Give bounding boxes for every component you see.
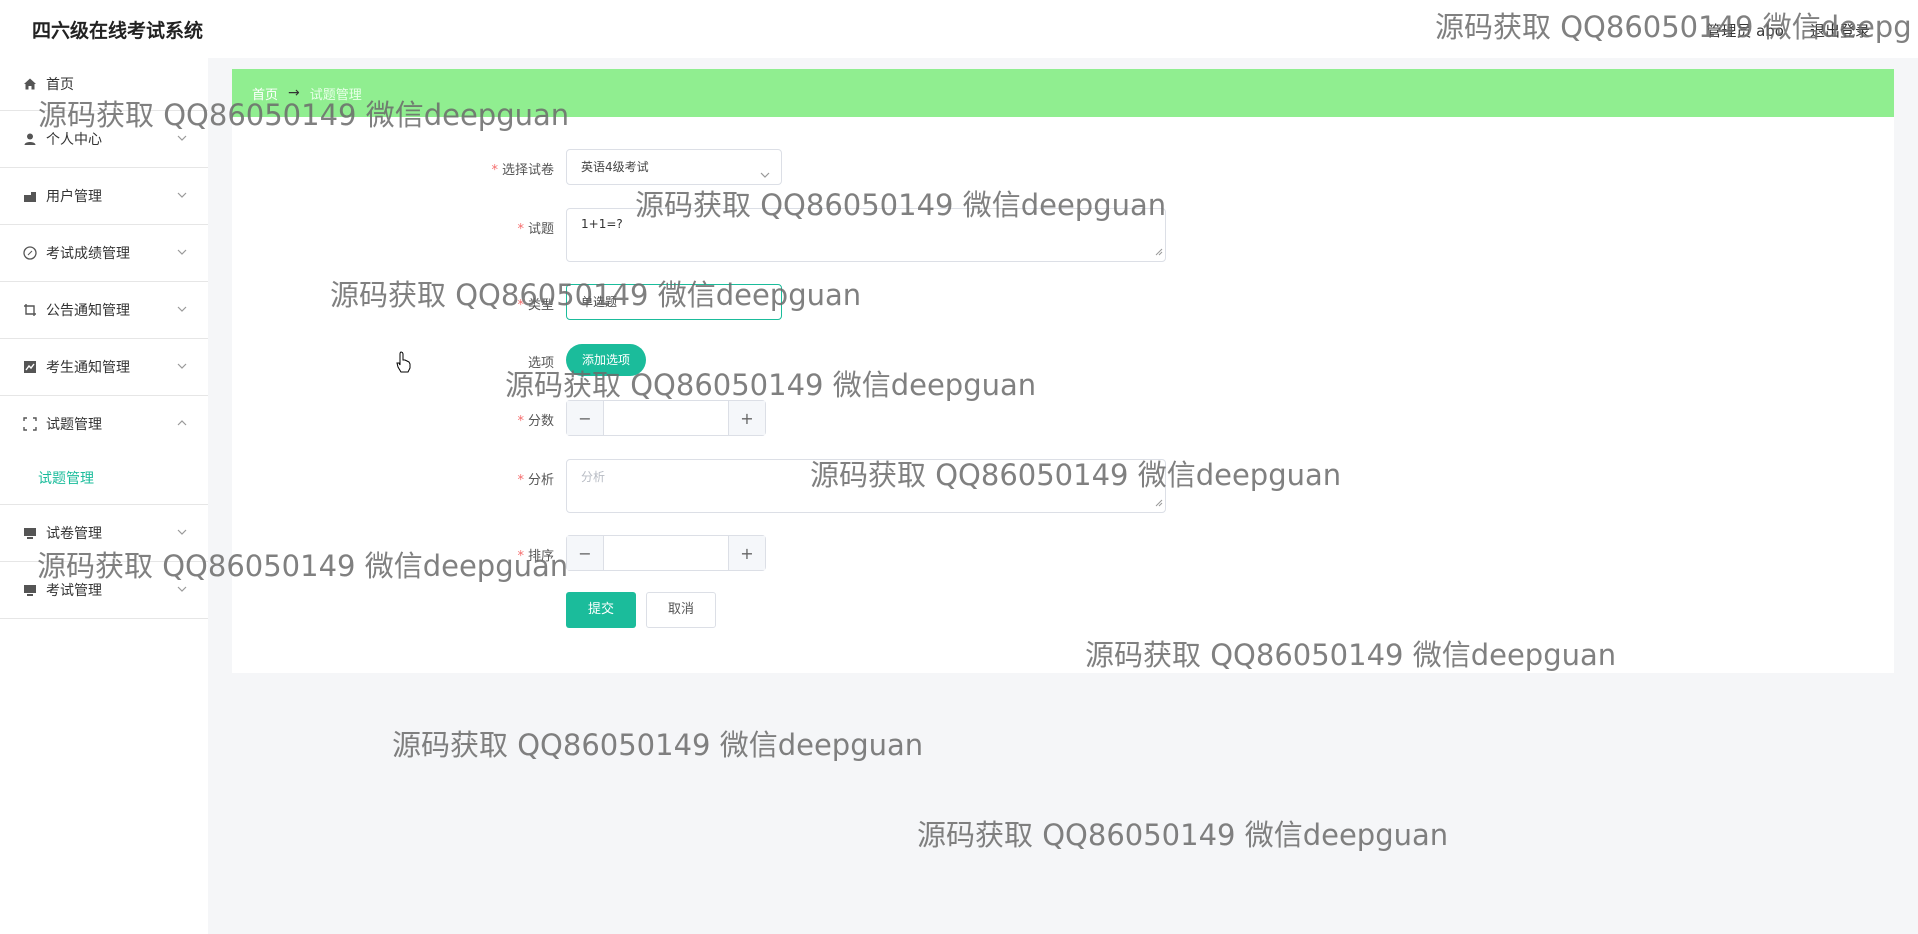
analysis-label-text: 分析 — [527, 473, 554, 488]
form-row-type: * 类型 单选题 — [232, 284, 1894, 320]
sidebar-item-candidate-notices[interactable]: 考生通知管理 — [0, 339, 208, 396]
paper-select[interactable]: 英语4级考试 — [566, 149, 782, 185]
increment-button[interactable]: + — [728, 536, 765, 570]
sidebar-item-label: 个人中心 — [46, 132, 102, 148]
sidebar-item-label: 考试管理 — [46, 583, 102, 599]
app-title: 四六级在线考试系统 — [32, 20, 204, 42]
sidebar-item-label: 考试成绩管理 — [46, 246, 130, 262]
paper-label-text: 选择试卷 — [501, 163, 554, 178]
sidebar-item-label: 试题管理 — [46, 417, 102, 433]
question-value: 1+1=? — [581, 217, 623, 231]
paper-select-value: 英语4级考试 — [581, 160, 649, 174]
options-label: 选项 — [527, 356, 554, 371]
breadcrumb-current: 试题管理 — [309, 87, 362, 103]
chevron-down-icon — [176, 583, 188, 595]
required-mark: * — [517, 549, 524, 564]
form-row-analysis: * 分析 分析 — [232, 459, 1894, 513]
chevron-up-icon — [176, 417, 188, 429]
required-mark: * — [491, 163, 498, 178]
sidebar: 首页 个人中心 用户管理 考试成绩管理 公告通知管理 考生通知管理 试题管理 试… — [0, 58, 208, 934]
question-form: * 选择试卷 英语4级考试 * 试题 1+1=? * 类型 单选题 选项 添加选项 *… — [232, 117, 1894, 673]
analysis-placeholder: 分析 — [581, 470, 606, 484]
sidebar-item-home[interactable]: 首页 — [0, 58, 208, 111]
sort-label: * 排序 — [517, 545, 554, 564]
sidebar-item-label: 用户管理 — [46, 189, 102, 205]
chevron-down-icon — [176, 526, 188, 538]
sort-input[interactable] — [604, 536, 728, 570]
chevron-down-icon — [176, 303, 188, 315]
form-row-score: * 分数 − + — [232, 400, 1894, 436]
sidebar-subitem-questions[interactable]: 试题管理 — [0, 452, 208, 505]
sidebar-item-papers[interactable]: 试卷管理 — [0, 505, 208, 562]
hand-cursor-icon — [396, 351, 412, 377]
form-row-options: 选项 添加选项 — [232, 344, 1894, 376]
sidebar-item-scores[interactable]: 考试成绩管理 — [0, 225, 208, 282]
breadcrumb-home[interactable]: 首页 — [252, 84, 278, 103]
add-option-button[interactable]: 添加选项 — [566, 344, 647, 376]
type-select[interactable]: 单选题 — [566, 284, 782, 320]
sidebar-item-label: 试卷管理 — [46, 526, 102, 542]
required-mark: * — [517, 298, 524, 313]
sidebar-item-users[interactable]: 用户管理 — [0, 168, 208, 225]
resize-grip-icon[interactable] — [1155, 496, 1163, 510]
type-select-value: 单选题 — [581, 295, 618, 309]
paper-label: * 选择试卷 — [491, 159, 554, 178]
score-stepper[interactable]: − + — [566, 400, 766, 436]
breadcrumb: 首页 → 试题管理 — [232, 69, 1894, 117]
sidebar-item-label: 首页 — [46, 77, 74, 93]
chevron-down-icon — [176, 189, 188, 201]
resize-grip-icon[interactable] — [1155, 245, 1163, 259]
increment-button[interactable]: + — [728, 401, 765, 435]
top-right: 管理员 abo 退出登录 — [1706, 20, 1870, 41]
required-mark: * — [517, 222, 524, 237]
sidebar-item-profile[interactable]: 个人中心 — [0, 111, 208, 168]
chevron-down-icon — [759, 160, 771, 194]
sidebar-item-questions[interactable]: 试题管理 — [0, 396, 208, 452]
logout-button[interactable]: 退出登录 — [1810, 20, 1870, 41]
question-textarea[interactable]: 1+1=? — [566, 208, 1166, 262]
top-bar: 四六级在线考试系统 管理员 abo 退出登录 — [0, 0, 1918, 58]
crop-icon — [22, 302, 38, 318]
chevron-down-icon — [176, 246, 188, 258]
user-icon — [22, 131, 38, 147]
chart-icon — [22, 359, 38, 375]
chevron-down-icon — [176, 360, 188, 372]
analysis-label: * 分析 — [517, 469, 554, 488]
home-icon — [22, 76, 38, 92]
monitor-icon — [22, 582, 38, 598]
sidebar-item-exams[interactable]: 考试管理 — [0, 562, 208, 619]
question-label-text: 试题 — [527, 222, 554, 237]
chevron-down-icon — [176, 132, 188, 144]
score-label: * 分数 — [517, 410, 554, 429]
breadcrumb-separator: → — [288, 85, 300, 101]
decrement-button[interactable]: − — [567, 401, 604, 435]
sidebar-item-announcements[interactable]: 公告通知管理 — [0, 282, 208, 339]
user-label: 管理员 abo — [1706, 22, 1784, 40]
watermark-text: 源码获取 QQ86050149 微信deepguan — [917, 818, 1449, 852]
scan-icon — [22, 416, 38, 432]
type-label-text: 类型 — [527, 298, 554, 313]
analysis-textarea[interactable]: 分析 — [566, 459, 1166, 513]
score-input[interactable] — [604, 401, 728, 435]
sort-label-text: 排序 — [527, 549, 554, 564]
form-row-question: * 试题 1+1=? — [232, 208, 1894, 262]
watermark-text: 源码获取 QQ86050149 微信deepguan — [392, 728, 924, 762]
submit-button[interactable]: 提交 — [566, 592, 636, 628]
form-row-sort: * 排序 − + — [232, 535, 1894, 571]
decrement-button[interactable]: − — [567, 536, 604, 570]
sidebar-item-label: 考生通知管理 — [46, 360, 130, 376]
form-actions: 提交 取消 — [232, 592, 1894, 628]
monitor-icon — [22, 525, 38, 541]
required-mark: * — [517, 473, 524, 488]
sort-stepper[interactable]: − + — [566, 535, 766, 571]
cancel-button[interactable]: 取消 — [646, 592, 716, 628]
sidebar-item-label: 公告通知管理 — [46, 303, 130, 319]
required-mark: * — [517, 414, 524, 429]
compass-icon — [22, 245, 38, 261]
users-icon — [22, 188, 38, 204]
score-label-text: 分数 — [527, 414, 554, 429]
form-row-paper: * 选择试卷 英语4级考试 — [232, 149, 1894, 185]
type-label: * 类型 — [517, 294, 554, 313]
question-label: * 试题 — [517, 218, 554, 237]
